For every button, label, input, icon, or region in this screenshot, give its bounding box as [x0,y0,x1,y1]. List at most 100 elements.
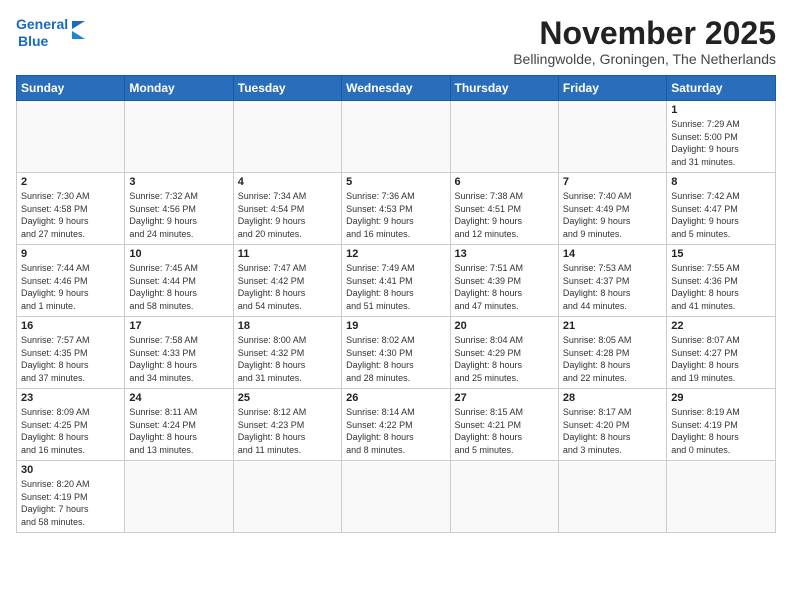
day-number: 21 [563,320,662,332]
calendar-cell: 1 Sunrise: 7:29 AM Sunset: 5:00 PM Daylig… [667,101,776,173]
calendar-cell [450,461,558,533]
day-info: Sunrise: 8:04 AM Sunset: 4:29 PM Dayligh… [455,334,554,384]
day-number: 1 [671,104,771,116]
day-number: 3 [129,176,228,188]
logo-text: GeneralBlue [16,16,68,50]
day-number: 26 [346,392,445,404]
header-monday: Monday [125,76,233,101]
calendar-cell [125,461,233,533]
calendar-cell [342,461,450,533]
calendar-page: GeneralBlue November 2025 Bellingwolde, … [0,0,792,612]
day-number: 22 [671,320,771,332]
calendar-cell [558,101,666,173]
day-info: Sunrise: 7:29 AM Sunset: 5:00 PM Dayligh… [671,118,771,168]
calendar-cell: 19 Sunrise: 8:02 AM Sunset: 4:30 PM Dayli… [342,317,450,389]
calendar-week-row: 23 Sunrise: 8:09 AM Sunset: 4:25 PM Dayli… [17,389,776,461]
calendar-cell: 5 Sunrise: 7:36 AM Sunset: 4:53 PM Daylig… [342,173,450,245]
calendar-cell: 6 Sunrise: 7:38 AM Sunset: 4:51 PM Daylig… [450,173,558,245]
day-number: 20 [455,320,554,332]
day-info: Sunrise: 7:49 AM Sunset: 4:41 PM Dayligh… [346,262,445,312]
day-info: Sunrise: 7:58 AM Sunset: 4:33 PM Dayligh… [129,334,228,384]
subtitle: Bellingwolde, Groningen, The Netherlands [513,51,776,67]
day-info: Sunrise: 8:02 AM Sunset: 4:30 PM Dayligh… [346,334,445,384]
day-info: Sunrise: 7:40 AM Sunset: 4:49 PM Dayligh… [563,190,662,240]
month-title: November 2025 [513,16,776,51]
day-number: 7 [563,176,662,188]
calendar-cell: 13Sunrise: 7:51 AM Sunset: 4:39 PM Dayli… [450,245,558,317]
day-info: Sunrise: 8:19 AM Sunset: 4:19 PM Dayligh… [671,406,771,456]
calendar-cell: 25Sunrise: 8:12 AM Sunset: 4:23 PM Dayli… [233,389,341,461]
day-info: Sunrise: 7:42 AM Sunset: 4:47 PM Dayligh… [671,190,771,240]
day-info: Sunrise: 7:53 AM Sunset: 4:37 PM Dayligh… [563,262,662,312]
day-number: 27 [455,392,554,404]
day-info: Sunrise: 7:36 AM Sunset: 4:53 PM Dayligh… [346,190,445,240]
calendar-week-row: 9 Sunrise: 7:44 AM Sunset: 4:46 PM Daylig… [17,245,776,317]
calendar-cell: 29Sunrise: 8:19 AM Sunset: 4:19 PM Dayli… [667,389,776,461]
day-number: 6 [455,176,554,188]
calendar-cell: 4 Sunrise: 7:34 AM Sunset: 4:54 PM Daylig… [233,173,341,245]
calendar-cell: 7 Sunrise: 7:40 AM Sunset: 4:49 PM Daylig… [558,173,666,245]
calendar-cell: 30 Sunrise: 8:20 AM Sunset: 4:19 PM Dayli… [17,461,125,533]
day-info: Sunrise: 7:55 AM Sunset: 4:36 PM Dayligh… [671,262,771,312]
calendar-week-row: 16 Sunrise: 7:57 AM Sunset: 4:35 PM Dayli… [17,317,776,389]
day-info: Sunrise: 7:57 AM Sunset: 4:35 PM Dayligh… [21,334,120,384]
day-number: 8 [671,176,771,188]
day-number: 23 [21,392,120,404]
day-info: Sunrise: 8:00 AM Sunset: 4:32 PM Dayligh… [238,334,337,384]
day-number: 4 [238,176,337,188]
calendar-cell [233,101,341,173]
calendar-cell: 16 Sunrise: 7:57 AM Sunset: 4:35 PM Dayli… [17,317,125,389]
day-number: 14 [563,248,662,260]
header-tuesday: Tuesday [233,76,341,101]
day-number: 30 [21,464,120,476]
calendar-cell [450,101,558,173]
calendar-cell: 10 Sunrise: 7:45 AM Sunset: 4:44 PM Dayli… [125,245,233,317]
calendar-cell [558,461,666,533]
calendar-table: Sunday Monday Tuesday Wednesday Thursday… [16,75,776,533]
day-info: Sunrise: 8:12 AM Sunset: 4:23 PM Dayligh… [238,406,337,456]
calendar-cell: 11Sunrise: 7:47 AM Sunset: 4:42 PM Dayli… [233,245,341,317]
day-number: 10 [129,248,228,260]
calendar-cell: 24Sunrise: 8:11 AM Sunset: 4:24 PM Dayli… [125,389,233,461]
calendar-cell: 2Sunrise: 7:30 AM Sunset: 4:58 PM Daylig… [17,173,125,245]
day-info: Sunrise: 7:44 AM Sunset: 4:46 PM Dayligh… [21,262,120,312]
day-info: Sunrise: 7:45 AM Sunset: 4:44 PM Dayligh… [129,262,228,312]
day-info: Sunrise: 8:20 AM Sunset: 4:19 PM Dayligh… [21,478,120,528]
day-number: 9 [21,248,120,260]
header-thursday: Thursday [450,76,558,101]
day-number: 5 [346,176,445,188]
day-info: Sunrise: 8:09 AM Sunset: 4:25 PM Dayligh… [21,406,120,456]
header-wednesday: Wednesday [342,76,450,101]
day-info: Sunrise: 7:51 AM Sunset: 4:39 PM Dayligh… [455,262,554,312]
calendar-cell [233,461,341,533]
calendar-cell: 12Sunrise: 7:49 AM Sunset: 4:41 PM Dayli… [342,245,450,317]
calendar-header-row: Sunday Monday Tuesday Wednesday Thursday… [17,76,776,101]
calendar-cell: 26Sunrise: 8:14 AM Sunset: 4:22 PM Dayli… [342,389,450,461]
day-info: Sunrise: 8:15 AM Sunset: 4:21 PM Dayligh… [455,406,554,456]
calendar-week-row: 1 Sunrise: 7:29 AM Sunset: 5:00 PM Daylig… [17,101,776,173]
day-number: 18 [238,320,337,332]
calendar-cell: 17Sunrise: 7:58 AM Sunset: 4:33 PM Dayli… [125,317,233,389]
calendar-cell: 27 Sunrise: 8:15 AM Sunset: 4:21 PM Dayli… [450,389,558,461]
calendar-cell: 9 Sunrise: 7:44 AM Sunset: 4:46 PM Daylig… [17,245,125,317]
day-number: 19 [346,320,445,332]
day-info: Sunrise: 8:05 AM Sunset: 4:28 PM Dayligh… [563,334,662,384]
day-number: 16 [21,320,120,332]
calendar-cell [342,101,450,173]
calendar-cell: 23 Sunrise: 8:09 AM Sunset: 4:25 PM Dayli… [17,389,125,461]
day-info: Sunrise: 7:38 AM Sunset: 4:51 PM Dayligh… [455,190,554,240]
calendar-cell: 3Sunrise: 7:32 AM Sunset: 4:56 PM Daylig… [125,173,233,245]
day-info: Sunrise: 8:07 AM Sunset: 4:27 PM Dayligh… [671,334,771,384]
calendar-cell: 15 Sunrise: 7:55 AM Sunset: 4:36 PM Dayli… [667,245,776,317]
calendar-cell: 21 Sunrise: 8:05 AM Sunset: 4:28 PM Dayli… [558,317,666,389]
title-area: November 2025 Bellingwolde, Groningen, T… [513,16,776,67]
header: GeneralBlue November 2025 Bellingwolde, … [16,16,776,67]
day-number: 15 [671,248,771,260]
header-friday: Friday [558,76,666,101]
calendar-week-row: 30 Sunrise: 8:20 AM Sunset: 4:19 PM Dayli… [17,461,776,533]
calendar-cell: 18 Sunrise: 8:00 AM Sunset: 4:32 PM Dayli… [233,317,341,389]
calendar-cell: 22 Sunrise: 8:07 AM Sunset: 4:27 PM Dayli… [667,317,776,389]
calendar-cell [17,101,125,173]
day-info: Sunrise: 7:34 AM Sunset: 4:54 PM Dayligh… [238,190,337,240]
day-info: Sunrise: 8:17 AM Sunset: 4:20 PM Dayligh… [563,406,662,456]
